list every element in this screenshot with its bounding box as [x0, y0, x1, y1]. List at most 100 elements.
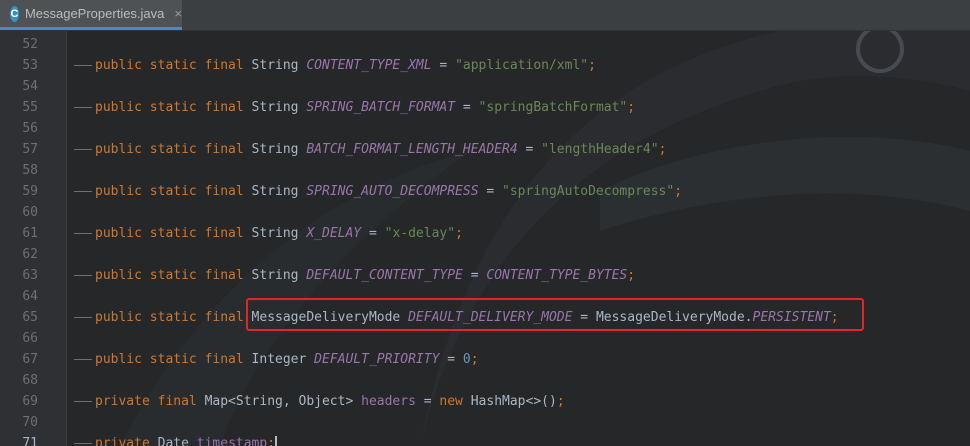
- close-icon[interactable]: ×: [174, 6, 182, 21]
- field-value: CONTENT_TYPE_BYTES: [486, 268, 628, 283]
- line-number: 56: [22, 121, 38, 136]
- modifier-keywords: public static final: [95, 268, 244, 283]
- assign-operator: =: [439, 352, 463, 367]
- field-name: headers: [361, 394, 416, 409]
- line-number: 59: [22, 184, 38, 199]
- code-text: private Date timestamp;: [74, 433, 278, 446]
- line-number: 53: [22, 58, 38, 73]
- field-value: "springBatchFormat": [478, 100, 628, 115]
- line-number: 60: [22, 205, 38, 220]
- indent-guide: [74, 359, 92, 360]
- line-number: 61: [22, 226, 38, 241]
- line-number: 52: [22, 37, 38, 52]
- code-editor[interactable]: 52 53 public static final String CONTENT_T…: [0, 31, 970, 446]
- code-line[interactable]: 71 private Date timestamp;: [0, 433, 970, 446]
- code-line[interactable]: 69 private final Map<String, Object> head…: [0, 391, 970, 412]
- field-value: "x-delay": [384, 226, 456, 241]
- field-name: BATCH_FORMAT_LENGTH_HEADER4: [306, 142, 518, 157]
- code-line[interactable]: 70: [0, 412, 970, 433]
- line-number: 69: [22, 394, 38, 409]
- line-number: 66: [22, 331, 38, 346]
- code-line[interactable]: 60: [0, 202, 970, 223]
- field-name: SPRING_BATCH_FORMAT: [306, 100, 456, 115]
- code-line[interactable]: 53 public static final String CONTENT_TYP…: [0, 55, 970, 76]
- assign-operator: =: [455, 100, 479, 115]
- indent-guide: [74, 275, 92, 276]
- code-line[interactable]: 57 public static final String BATCH_FORMA…: [0, 139, 970, 160]
- indent-guide: [74, 443, 92, 444]
- field-name: SPRING_AUTO_DECOMPRESS: [306, 184, 479, 199]
- field-name: timestamp: [196, 436, 268, 446]
- code-line[interactable]: 63 public static final String DEFAULT_CON…: [0, 265, 970, 286]
- field-value: HashMap<>(): [462, 394, 557, 409]
- code-text: public static final Integer DEFAULT_PRIO…: [74, 349, 479, 370]
- type-name: String: [251, 226, 299, 241]
- statement-end: ;: [658, 142, 667, 157]
- type-name: String: [251, 184, 299, 199]
- indent-guide: [74, 191, 92, 192]
- statement-end: ;: [627, 100, 636, 115]
- code-line[interactable]: 58: [0, 160, 970, 181]
- line-number: 68: [22, 373, 38, 388]
- line-number: 55: [22, 100, 38, 115]
- type-name: String: [251, 58, 299, 73]
- modifier-keywords: public static final: [95, 142, 244, 157]
- line-number: 71: [22, 436, 38, 446]
- assign-operator: =: [431, 58, 456, 73]
- code-line[interactable]: 54: [0, 76, 970, 97]
- java-class-icon: C: [10, 5, 19, 22]
- modifier-keywords: public static final: [95, 226, 244, 241]
- statement-end: ;: [674, 184, 683, 199]
- line-number: 65: [22, 310, 38, 325]
- code-line[interactable]: 59 public static final String SPRING_AUTO…: [0, 181, 970, 202]
- modifier-keywords: private: [95, 436, 150, 446]
- modifier-keywords: public static final: [95, 352, 244, 367]
- code-line[interactable]: 62: [0, 244, 970, 265]
- code-line[interactable]: 55 public static final String SPRING_BATC…: [0, 97, 970, 118]
- code-text: public static final String X_DELAY = "x-…: [74, 223, 463, 244]
- modifier-keywords: public static final: [95, 310, 244, 325]
- tab-filename: MessageProperties.java: [24, 6, 165, 21]
- statement-end: ;: [556, 394, 565, 409]
- line-number: 64: [22, 289, 38, 304]
- field-name: X_DELAY: [306, 226, 362, 241]
- indent-guide: [74, 233, 92, 234]
- type-name: String: [251, 100, 299, 115]
- indent-guide: [74, 65, 92, 66]
- field-value: 0: [462, 352, 471, 367]
- statement-end: ;: [588, 58, 596, 73]
- code-line[interactable]: 67 public static final Integer DEFAULT_PR…: [0, 349, 970, 370]
- line-number: 57: [22, 142, 38, 157]
- code-text: public static final String DEFAULT_CONTE…: [74, 265, 635, 286]
- code-line[interactable]: 68: [0, 370, 970, 391]
- code-text: public static final String BATCH_FORMAT_…: [74, 139, 666, 160]
- line-number: 54: [22, 79, 38, 94]
- statement-end: ;: [470, 352, 479, 367]
- field-value: "application/xml": [455, 58, 589, 73]
- assign-operator: =: [517, 142, 542, 157]
- line-number: 63: [22, 268, 38, 283]
- code-line[interactable]: 66: [0, 328, 970, 349]
- assign-operator: =: [361, 226, 385, 241]
- assign-operator: =: [478, 184, 503, 199]
- code-text: private final Map<String, Object> header…: [74, 391, 565, 412]
- code-text: public static final String SPRING_BATCH_…: [74, 97, 635, 118]
- modifier-keywords: public static final: [95, 184, 244, 199]
- line-number: 70: [22, 415, 38, 430]
- red-highlight-box: [246, 298, 864, 331]
- code-text: public static final String SPRING_AUTO_D…: [74, 181, 682, 202]
- code-line[interactable]: 56: [0, 118, 970, 139]
- line-number: 58: [22, 163, 38, 178]
- type-name: Integer: [251, 352, 307, 367]
- type-name: Map<String, Object>: [204, 394, 354, 409]
- statement-end: ;: [627, 268, 636, 283]
- code-line[interactable]: 61 public static final String X_DELAY = "…: [0, 223, 970, 244]
- line-number: 67: [22, 352, 38, 367]
- tab-message-properties[interactable]: C MessageProperties.java ×: [0, 0, 182, 30]
- modifier-keywords: private final: [95, 394, 197, 409]
- statement-end: ;: [455, 226, 463, 241]
- indent-guide: [74, 107, 92, 108]
- field-value: "lengthHeader4": [541, 142, 659, 157]
- indent-guide: [74, 401, 92, 402]
- code-line[interactable]: 52: [0, 34, 970, 55]
